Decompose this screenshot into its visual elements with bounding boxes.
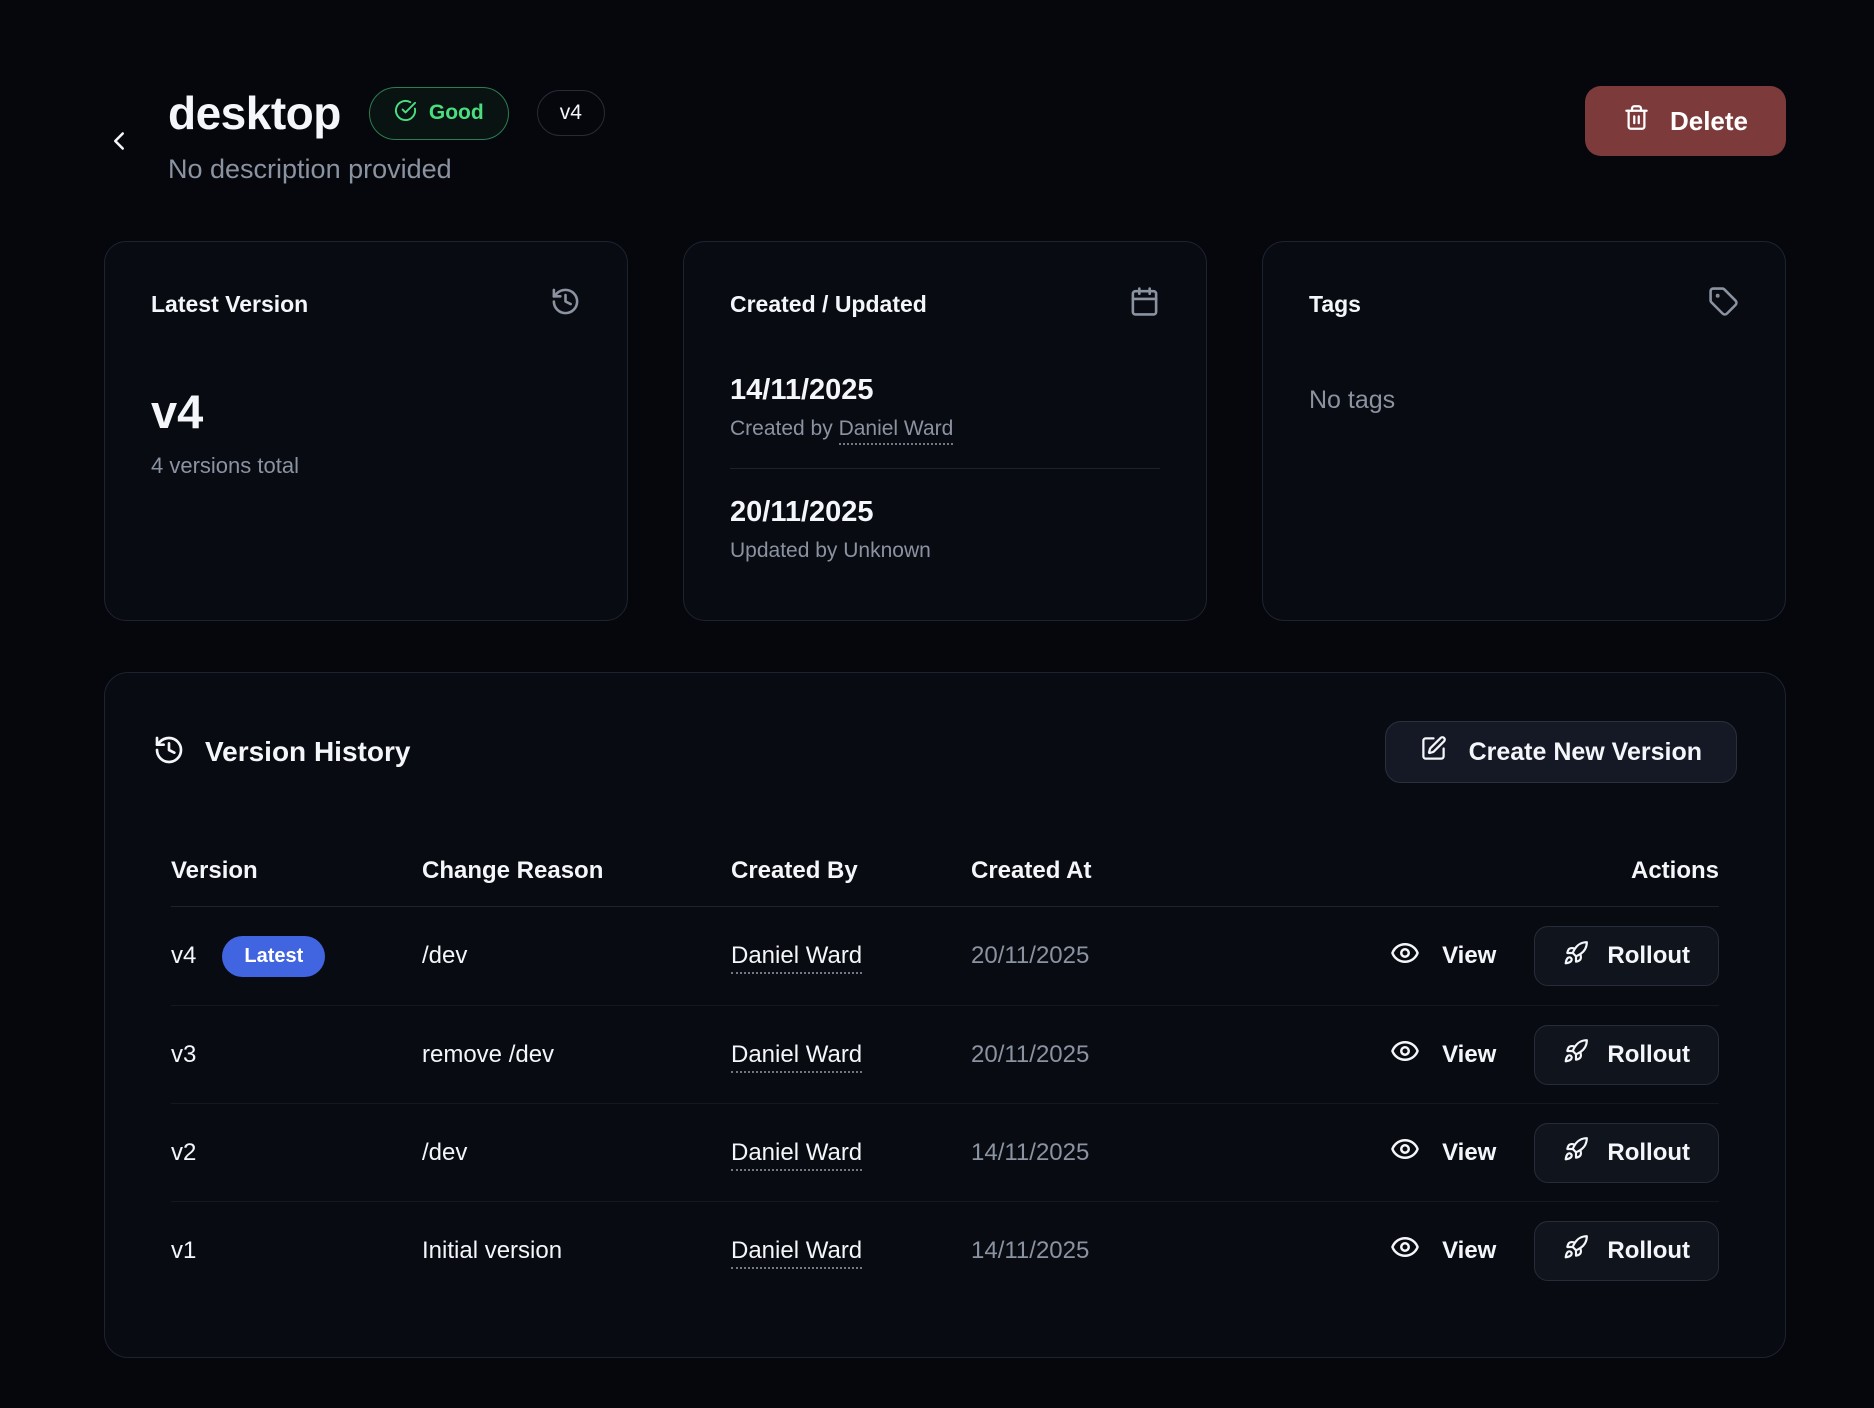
rocket-icon [1563,1136,1589,1169]
latest-version-value: v4 [151,384,581,439]
updated-by-text: Updated by Unknown [730,539,1160,563]
history-icon [153,734,185,771]
tags-card: Tags No tags [1262,241,1786,621]
create-new-version-button[interactable]: Create New Version [1385,721,1737,783]
created-by-text: Created by Daniel Ward [730,417,1160,441]
check-circle-icon [394,99,417,128]
view-button[interactable]: View [1390,938,1496,975]
created-updated-card-title: Created / Updated [730,291,927,318]
rollout-button-label: Rollout [1607,1237,1690,1265]
created-by-user-link[interactable]: Daniel Ward [731,1041,862,1073]
version-label: v2 [171,1139,196,1167]
history-icon [550,286,581,322]
rocket-icon [1563,1234,1589,1267]
rollout-button-label: Rollout [1607,1139,1690,1167]
column-header-created-by: Created By [731,857,971,885]
version-label: v1 [171,1237,196,1265]
column-header-actions: Actions [1631,857,1719,885]
create-new-version-label: Create New Version [1469,738,1702,767]
created-by-user-link[interactable]: Daniel Ward [731,1237,862,1269]
card-divider [730,468,1160,469]
version-label: v3 [171,1041,196,1069]
table-body: v4 Latest /dev Daniel Ward 20/11/2025 Vi… [171,907,1719,1299]
latest-version-card: Latest Version v4 4 versions total [104,241,628,621]
created-by-user-link[interactable]: Daniel Ward [839,417,954,445]
rollout-button[interactable]: Rollout [1534,1123,1719,1183]
tag-icon [1708,286,1739,322]
table-header-row: Version Change Reason Created By Created… [171,835,1719,907]
view-button-label: View [1442,1237,1496,1265]
eye-icon [1390,1232,1420,1269]
version-history-title: Version History [205,736,410,768]
page-title: desktop [168,86,341,140]
created-by-user-link[interactable]: Daniel Ward [731,942,862,974]
view-button-label: View [1442,1139,1496,1167]
view-button[interactable]: View [1390,1134,1496,1171]
table-row: v3 remove /dev Daniel Ward 20/11/2025 Vi… [171,1005,1719,1103]
tags-card-title: Tags [1309,291,1361,318]
created-by-prefix: Created by [730,417,839,440]
page-description: No description provided [168,154,605,185]
view-button[interactable]: View [1390,1036,1496,1073]
eye-icon [1390,1036,1420,1073]
created-at: 14/11/2025 [971,1237,1363,1265]
latest-badge: Latest [222,936,325,977]
versions-total-text: 4 versions total [151,453,581,479]
status-badge: Good [369,87,509,140]
column-header-created-at: Created At [971,857,1363,885]
change-reason: remove /dev [422,1041,731,1069]
table-row: v4 Latest /dev Daniel Ward 20/11/2025 Vi… [171,907,1719,1005]
change-reason: /dev [422,1139,731,1167]
delete-button[interactable]: Delete [1585,86,1786,156]
change-reason: Initial version [422,1237,731,1265]
column-header-change-reason: Change Reason [422,857,731,885]
column-header-version: Version [171,857,422,885]
latest-version-card-title: Latest Version [151,291,308,318]
rocket-icon [1563,1038,1589,1071]
page-header: desktop Good v4 No description provided … [104,86,1786,185]
table-row: v1 Initial version Daniel Ward 14/11/202… [171,1201,1719,1299]
change-reason: /dev [422,942,731,970]
calendar-icon [1129,286,1160,322]
rollout-button-label: Rollout [1607,1041,1690,1069]
rollout-button-label: Rollout [1607,942,1690,970]
version-history-table: Version Change Reason Created By Created… [153,835,1737,1299]
chevron-left-icon [104,144,134,159]
view-button-label: View [1442,942,1496,970]
version-detail-page: desktop Good v4 No description provided … [0,0,1874,1358]
version-history-panel: Version History Create New Version Versi… [104,672,1786,1358]
trash-icon [1623,104,1650,138]
created-at: 14/11/2025 [971,1139,1363,1167]
rollout-button[interactable]: Rollout [1534,1025,1719,1085]
table-row: v2 /dev Daniel Ward 14/11/2025 View [171,1103,1719,1201]
delete-button-label: Delete [1670,106,1748,137]
eye-icon [1390,1134,1420,1171]
rollout-button[interactable]: Rollout [1534,1221,1719,1281]
eye-icon [1390,938,1420,975]
no-tags-text: No tags [1309,386,1739,415]
version-pill: v4 [537,90,605,136]
created-updated-card: Created / Updated 14/11/2025 Created by … [683,241,1207,621]
created-at: 20/11/2025 [971,942,1363,970]
rocket-icon [1563,940,1589,973]
updated-date: 20/11/2025 [730,496,1160,529]
rollout-button[interactable]: Rollout [1534,926,1719,986]
view-button-label: View [1442,1041,1496,1069]
created-at: 20/11/2025 [971,1041,1363,1069]
version-label: v4 [171,942,196,970]
edit-icon [1420,735,1447,769]
status-badge-label: Good [429,101,484,125]
stat-cards: Latest Version v4 4 versions total Creat… [104,241,1786,621]
created-date: 14/11/2025 [730,374,1160,407]
back-button[interactable] [104,100,134,185]
created-by-user-link[interactable]: Daniel Ward [731,1139,862,1171]
view-button[interactable]: View [1390,1232,1496,1269]
